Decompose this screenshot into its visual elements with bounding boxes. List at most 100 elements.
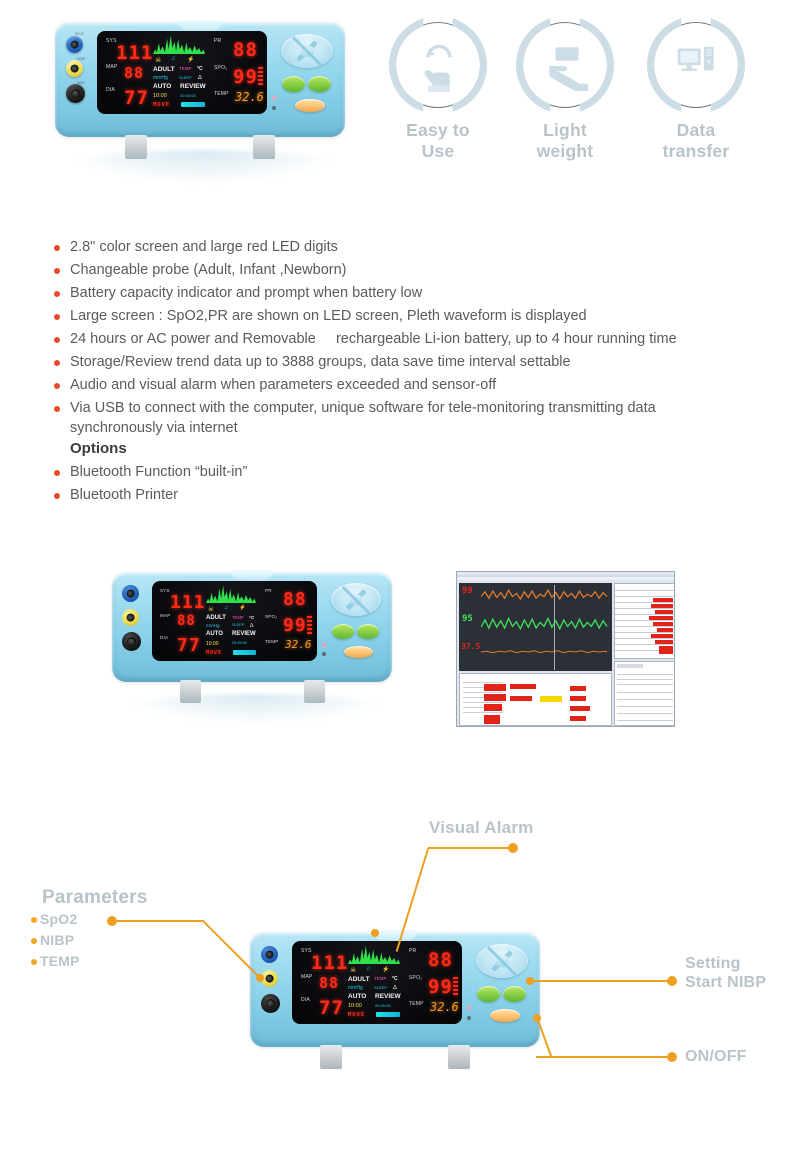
port-spo2[interactable] — [122, 585, 139, 602]
pr-value: 88 — [233, 39, 258, 61]
bluetooth-icon: ⚡ — [187, 57, 195, 63]
timer-value: 10:00 — [348, 1003, 362, 1009]
status-value: 00:45:08 — [375, 1003, 391, 1008]
on-off-dot-label — [667, 1052, 677, 1062]
temp-label: TEMP — [214, 91, 229, 97]
pressure-unit: mmHg — [348, 985, 363, 991]
navigation-pad[interactable] — [281, 34, 333, 68]
port-spo2[interactable] — [66, 36, 83, 53]
pr-label: PR — [409, 948, 417, 954]
map-value: 88 — [177, 613, 196, 629]
port-temp[interactable] — [122, 609, 139, 626]
map-label: MAP — [160, 613, 171, 618]
temp-unit-label: TEMP — [374, 976, 387, 981]
product-device-middle: SYS 111 MAP 88 DIA 77 ☠ ♫ ⚡ ADULT TEMP °… — [112, 570, 392, 703]
review-label: REVIEW — [180, 83, 206, 90]
nibp-start-button[interactable] — [282, 76, 305, 92]
pleth-waveform-icon — [348, 945, 400, 964]
port-nibp-label: NIBP — [77, 81, 85, 85]
review-label: REVIEW — [232, 631, 256, 637]
alarm-settings-panel — [459, 673, 612, 726]
dia-value: 77 — [177, 635, 201, 656]
bullet-item: Battery capacity indicator and prompt wh… — [48, 282, 778, 305]
software-toolbar — [457, 577, 674, 582]
status-value: 00:45:08 — [232, 641, 247, 645]
nibp-start-button[interactable] — [477, 986, 500, 1002]
bullet-dot — [54, 268, 60, 274]
patient-icon: ☠ — [208, 606, 214, 613]
map-label: MAP — [106, 64, 118, 70]
setting-button[interactable] — [308, 76, 331, 92]
timer-value: 10:00 — [153, 93, 167, 99]
bullet-dot — [54, 470, 60, 476]
sleep-label: SLEEP — [374, 985, 387, 990]
device-leg-left — [320, 1045, 342, 1069]
spo2-value: 99 — [283, 615, 307, 636]
option-item: Bluetooth Printer — [48, 484, 778, 507]
spo2-reading: 99 — [462, 586, 473, 596]
feature-label: Easy to Use — [406, 120, 470, 161]
pleth-waveform-icon — [153, 35, 205, 54]
trend-table-panel — [614, 583, 674, 659]
bullet-dot — [54, 314, 60, 320]
alarm-led — [322, 643, 326, 647]
dia-value: 77 — [319, 997, 344, 1019]
bluetooth-icon: ⚡ — [239, 605, 246, 611]
temp-label: TEMP — [265, 639, 279, 644]
pulse-bar-graph — [258, 67, 263, 89]
dia-label: DIA — [301, 997, 310, 1003]
setting-button[interactable] — [357, 624, 379, 639]
port-nibp[interactable] — [66, 84, 85, 103]
temp-unit-label: TEMP — [179, 66, 192, 71]
option-text: Bluetooth Printer — [70, 487, 179, 503]
map-value: 88 — [124, 64, 145, 82]
port-spo2[interactable] — [261, 946, 278, 963]
device-middle-reflection — [118, 694, 393, 724]
sys-label: SYS — [160, 588, 170, 593]
nibp-start-button[interactable] — [332, 624, 354, 639]
bluetooth-icon: ⚡ — [382, 967, 390, 973]
setting-button[interactable] — [503, 986, 526, 1002]
port-temp[interactable] — [66, 60, 83, 77]
pulse-bar-graph — [453, 977, 458, 999]
map-value: 88 — [319, 974, 340, 992]
power-button[interactable] — [295, 99, 325, 112]
temp-unit: °C — [392, 976, 398, 982]
alarm-bell-icon: △ — [198, 74, 202, 80]
setting-dot-label — [667, 976, 677, 986]
touch-hand-icon — [424, 44, 452, 92]
bullet-text: Audio and visual alarm when parameters e… — [70, 377, 497, 393]
visual-alarm-connector-h — [428, 847, 515, 850]
navigation-pad[interactable] — [476, 944, 528, 978]
navigation-pad[interactable] — [331, 583, 381, 616]
bullet-dot — [54, 383, 60, 389]
spo2-value: 99 — [233, 66, 258, 88]
trend-line-spo2 — [481, 588, 608, 601]
sleep-label: SLEEP — [232, 623, 245, 627]
feature-label: Light weight — [536, 120, 594, 161]
move-indicator: MOVE — [348, 1012, 366, 1018]
visual-alarm-dot-target — [371, 929, 379, 937]
device-display: SYS 111 MAP 88 DIA 77 ☠ ♫ ⚡ ADULT TEMP °… — [97, 31, 267, 114]
alarm-bell-icon: △ — [393, 984, 397, 990]
pressure-unit: mmHg — [153, 75, 168, 81]
patient-mode: ADULT — [153, 66, 175, 73]
feature-bullet-list: 2.8" color screen and large red LED digi… — [48, 236, 778, 507]
port-nibp[interactable] — [122, 632, 141, 651]
port-nibp[interactable] — [261, 994, 280, 1013]
on-off-connector — [536, 1056, 672, 1059]
sys-value: 111 — [170, 592, 206, 613]
parameter-bullet — [31, 959, 37, 965]
alarm-led — [272, 96, 276, 100]
power-button[interactable] — [344, 646, 373, 658]
bullet-text: 24 hours or AC power and Removable recha… — [70, 331, 677, 347]
pressure-unit: mmHg — [206, 623, 220, 628]
parameter-bullet — [31, 917, 37, 923]
feature-easy-to-use: Easy to Use — [389, 16, 487, 162]
power-button[interactable] — [490, 1009, 520, 1022]
auto-mode: AUTO — [348, 993, 367, 1000]
auto-mode: AUTO — [153, 83, 172, 90]
parameter-label-spo2: SpO2 — [40, 911, 78, 927]
bullet-item: Audio and visual alarm when parameters e… — [48, 374, 778, 397]
port-temp-label: TEMP — [76, 57, 86, 61]
